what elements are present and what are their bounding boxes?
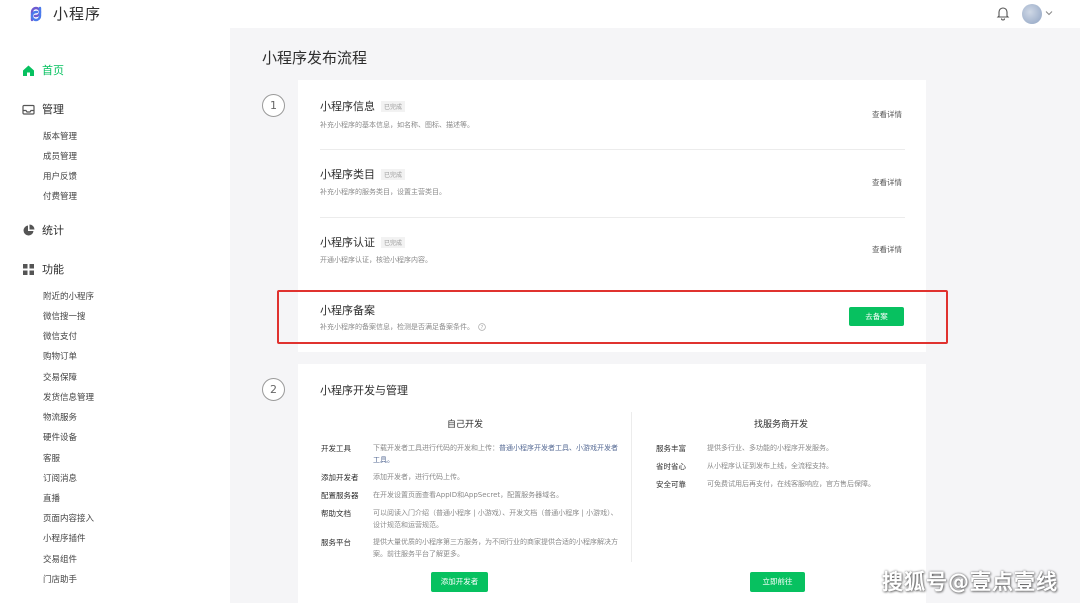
status-badge: 已完成 [381, 168, 406, 180]
watermark: 搜狐号@壹点壹线 [882, 570, 1058, 594]
sidebar-subitem-nearby[interactable]: 附近的小程序 [43, 290, 94, 302]
pie-chart-icon [23, 224, 35, 235]
app-title: 小程序 [53, 5, 102, 23]
top-bar: 小程序 [0, 0, 1080, 28]
sidebar-subitem-members[interactable]: 成员管理 [43, 150, 77, 162]
row-label: 开发工具 [321, 444, 351, 453]
sidebar-subitem-store-assistant[interactable]: 门店助手 [43, 573, 77, 585]
sidebar-subitem-wechat-pay[interactable]: 微信支付 [43, 330, 77, 342]
sidebar-item-stats[interactable]: 统计 [22, 222, 64, 238]
highlight-box [277, 290, 948, 344]
chevron-down-icon[interactable] [1045, 9, 1053, 17]
step-item-desc: 开通小程序认证，核验小程序内容。 [320, 256, 432, 264]
sidebar-subitem-version[interactable]: 版本管理 [43, 130, 77, 142]
step-item-title: 小程序认证 已完成 [320, 234, 406, 250]
sidebar-item-home[interactable]: 首页 [22, 62, 64, 78]
sidebar-subitem-live[interactable]: 直播 [43, 492, 60, 504]
step-item-title: 小程序类目 已完成 [320, 166, 406, 182]
sidebar-subitem-plugins[interactable]: 小程序插件 [43, 532, 86, 544]
step-number: 1 [262, 94, 285, 117]
go-now-button[interactable]: 立即前往 [750, 572, 805, 592]
row-label: 服务平台 [321, 538, 351, 547]
row-label: 帮助文档 [321, 509, 351, 518]
row-label: 安全可靠 [656, 480, 686, 489]
row-text: 提供大量优质的小程序第三方服务，为不同行业的商家提供合适的小程序解决方案。前往服… [373, 538, 618, 558]
row-text: 可以阅读入门介绍（普通小程序 | 小游戏）、开发文档（普通小程序 | 小游戏）、… [373, 509, 618, 529]
status-badge: 已完成 [381, 100, 406, 112]
step-item-title-text: 小程序认证 [320, 236, 375, 249]
row-label: 服务丰富 [656, 444, 686, 453]
sidebar-item-label: 首页 [42, 64, 64, 77]
sidebar-item-label: 管理 [42, 103, 64, 116]
row-text-content: 下载开发者工具进行代码的开发和上传： [373, 444, 499, 452]
step-item-title-text: 小程序信息 [320, 100, 375, 113]
inbox-icon [22, 104, 35, 115]
sidebar-subitem-customer-service[interactable]: 客服 [43, 452, 60, 464]
sidebar-item-label: 统计 [42, 224, 64, 237]
sidebar-subitem-trade-components[interactable]: 交易组件 [43, 553, 77, 565]
divider [320, 149, 905, 150]
sidebar-subitem-feedback[interactable]: 用户反馈 [43, 170, 77, 182]
row-label: 配置服务器 [321, 491, 359, 500]
avatar[interactable] [1022, 4, 1042, 24]
row-text: 提供多行业、多功能的小程序开发服务。 [707, 444, 833, 452]
bell-icon[interactable] [995, 5, 1011, 21]
divider [320, 217, 905, 218]
view-details-link[interactable]: 查看详情 [872, 109, 902, 120]
view-details-link[interactable]: 查看详情 [872, 244, 902, 255]
status-badge: 已完成 [381, 236, 406, 248]
step-item-title: 小程序信息 已完成 [320, 98, 406, 114]
column-divider [631, 412, 632, 562]
add-developer-button[interactable]: 添加开发者 [431, 572, 488, 592]
step-item-desc: 补充小程序的基本信息，如名称、图标、描述等。 [320, 121, 474, 129]
sidebar-subitem-subscription[interactable]: 订阅消息 [43, 472, 77, 484]
sidebar-subitem-orders[interactable]: 购物订单 [43, 350, 77, 362]
sidebar-item-manage[interactable]: 管理 [22, 101, 64, 117]
step-number: 2 [262, 378, 285, 401]
sidebar-item-label: 功能 [42, 263, 64, 276]
sidebar-subitem-payment[interactable]: 付费管理 [43, 190, 77, 202]
view-details-link[interactable]: 查看详情 [872, 177, 902, 188]
sidebar-subitem-page-content[interactable]: 页面内容接入 [43, 512, 94, 524]
row-text: 添加开发者，进行代码上传。 [373, 473, 464, 481]
row-label: 添加开发者 [321, 473, 359, 482]
row-text: 可免费试用后再支付，在线客服响应，官方售后保障。 [707, 480, 875, 488]
mini-program-logo-icon [30, 6, 42, 21]
sidebar-item-features[interactable]: 功能 [22, 261, 64, 277]
home-icon [23, 65, 34, 76]
row-text: 下载开发者工具进行代码的开发和上传：普通小程序开发者工具、小游戏开发者工具。 [373, 443, 618, 466]
row-label: 省时省心 [656, 462, 686, 471]
provider-title: 找服务商开发 [754, 420, 809, 430]
row-text: 从小程序认证到发布上线，全流程支持。 [707, 462, 833, 470]
sidebar-subitem-search[interactable]: 微信搜一搜 [43, 310, 86, 322]
sidebar-subitem-logistics[interactable]: 物流服务 [43, 411, 77, 423]
page-title: 小程序发布流程 [262, 49, 368, 67]
sidebar-subitem-trade-guarantee[interactable]: 交易保障 [43, 371, 77, 383]
app-logo[interactable]: 小程序 [26, 3, 101, 24]
step-item-desc: 补充小程序的服务类目，设置主营类目。 [320, 188, 446, 196]
sidebar-subitem-hardware[interactable]: 硬件设备 [43, 431, 77, 443]
row-text: 在开发设置页面查看AppID和AppSecret，配置服务器域名。 [373, 491, 564, 499]
step2-title: 小程序开发与管理 [320, 384, 408, 397]
grid-icon [23, 263, 34, 275]
self-dev-title: 自己开发 [447, 420, 484, 430]
step-item-title-text: 小程序类目 [320, 168, 375, 181]
sidebar-subitem-shipping-info[interactable]: 发货信息管理 [43, 391, 94, 403]
